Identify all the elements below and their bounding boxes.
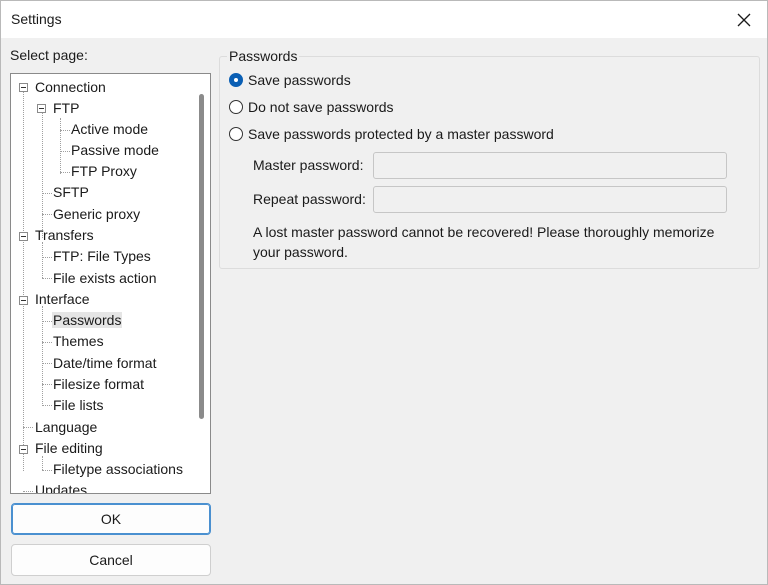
tree-item-label: Connection [35, 79, 106, 95]
radio-checked-icon [229, 73, 243, 87]
tree-item-label: SFTP [53, 184, 89, 200]
collapse-interface-icon[interactable] [19, 296, 28, 305]
radio-label: Save passwords protected by a master pas… [248, 126, 554, 142]
tree-line [42, 257, 52, 258]
collapse-ftp-icon[interactable] [37, 104, 46, 113]
tree-item-label: Passwords [52, 312, 123, 328]
tree-item-generic-proxy[interactable]: Generic proxy [53, 204, 140, 224]
radio-label: Do not save passwords [248, 99, 394, 115]
tree-item-active-mode[interactable]: Active mode [71, 119, 148, 139]
select-page-label: Select page: [10, 47, 88, 63]
tree-item-date-time-format[interactable]: Date/time format [53, 353, 156, 373]
close-icon [737, 13, 751, 26]
tree-item-themes[interactable]: Themes [53, 331, 104, 351]
tree-item-sftp[interactable]: SFTP [53, 182, 89, 202]
tree-item-filesize-format[interactable]: Filesize format [53, 374, 144, 394]
radio-do-not-save-passwords[interactable]: Do not save passwords [229, 99, 394, 115]
master-password-field[interactable] [373, 152, 727, 179]
tree-line [60, 130, 70, 131]
tree-line [42, 470, 52, 471]
cancel-button-label: Cancel [89, 552, 133, 568]
tree-item-ftp-file-types[interactable]: FTP: File Types [53, 246, 151, 266]
tree-item-transfers[interactable]: Transfers [35, 225, 94, 245]
ok-button-label: OK [100, 511, 122, 527]
settings-page-tree[interactable]: Connection FTP Active mode Passive mode … [10, 73, 211, 494]
repeat-password-field[interactable] [373, 186, 727, 213]
tree-item-label: Themes [53, 333, 104, 349]
tree-line [23, 491, 33, 492]
tree-item-label: Filetype associations [53, 461, 183, 477]
ok-button[interactable]: OK [11, 503, 211, 535]
tree-item-file-editing[interactable]: File editing [35, 438, 103, 458]
radio-label: Save passwords [248, 72, 351, 88]
tree-item-label: Passive mode [71, 142, 159, 158]
tree-line [23, 88, 24, 471]
tree-line [42, 405, 52, 406]
tree-item-label: Interface [35, 291, 90, 307]
tree-item-label: Active mode [71, 121, 149, 137]
tree-item-filetype-associations[interactable]: Filetype associations [53, 459, 183, 479]
tree-item-language[interactable]: Language [35, 417, 97, 437]
tree-item-ftp-proxy[interactable]: FTP Proxy [71, 161, 137, 181]
tree-item-label: File exists action [53, 270, 157, 286]
tree-line [42, 193, 52, 194]
tree-item-passive-mode[interactable]: Passive mode [71, 140, 159, 160]
tree-line [42, 456, 43, 470]
radio-unchecked-icon [229, 127, 243, 141]
tree-line [42, 342, 52, 343]
tree-item-label: Date/time format [53, 355, 157, 371]
tree-item-interface[interactable]: Interface [35, 289, 89, 309]
tree-line [42, 363, 52, 364]
tree-item-label: File lists [53, 397, 104, 413]
tree-line [23, 427, 33, 428]
tree-item-label: Language [35, 419, 98, 435]
tree-item-ftp[interactable]: FTP [53, 98, 79, 118]
collapse-transfers-icon[interactable] [19, 232, 28, 241]
tree-line [42, 384, 52, 385]
tree-item-file-lists[interactable]: File lists [53, 395, 104, 415]
tree-line [60, 118, 61, 174]
tree-item-label: FTP Proxy [71, 163, 137, 179]
tree-line [42, 242, 43, 278]
tree-item-label: File editing [35, 440, 103, 456]
tree-item-file-exists-action[interactable]: File exists action [53, 268, 156, 288]
master-password-warning: A lost master password cannot be recover… [253, 224, 715, 260]
tree-line [42, 278, 52, 279]
passwords-group-title: Passwords [227, 48, 300, 64]
repeat-password-label: Repeat password: [253, 191, 366, 207]
tree-line [42, 214, 52, 215]
close-button[interactable] [721, 1, 767, 38]
tree-line [42, 108, 43, 238]
collapse-connection-icon[interactable] [19, 83, 28, 92]
tree-item-passwords[interactable]: Passwords [52, 310, 123, 330]
collapse-file-editing-icon[interactable] [19, 445, 28, 454]
master-password-label: Master password: [253, 157, 364, 173]
tree-line [42, 321, 52, 322]
tree-item-label: Transfers [35, 227, 94, 243]
window-title: Settings [11, 11, 62, 27]
tree-scrollbar-thumb[interactable] [199, 94, 204, 419]
settings-dialog: Settings Select page: Connection FTP Act… [0, 0, 768, 585]
tree-line [60, 151, 70, 152]
tree-item-label: FTP: File Types [53, 248, 151, 264]
tree-item-label: Filesize format [53, 376, 145, 392]
radio-unchecked-icon [229, 100, 243, 114]
tree-item-label: FTP [53, 100, 80, 116]
tree-item-connection[interactable]: Connection [35, 77, 106, 97]
tree-item-label: Updates [35, 482, 88, 494]
radio-save-passwords[interactable]: Save passwords [229, 72, 351, 88]
tree-line [60, 172, 70, 173]
tree-item-updates[interactable]: Updates [35, 480, 88, 494]
tree-item-label: Generic proxy [53, 206, 141, 222]
cancel-button[interactable]: Cancel [11, 544, 211, 576]
radio-master-password[interactable]: Save passwords protected by a master pas… [229, 126, 554, 142]
title-bar: Settings [1, 1, 767, 38]
